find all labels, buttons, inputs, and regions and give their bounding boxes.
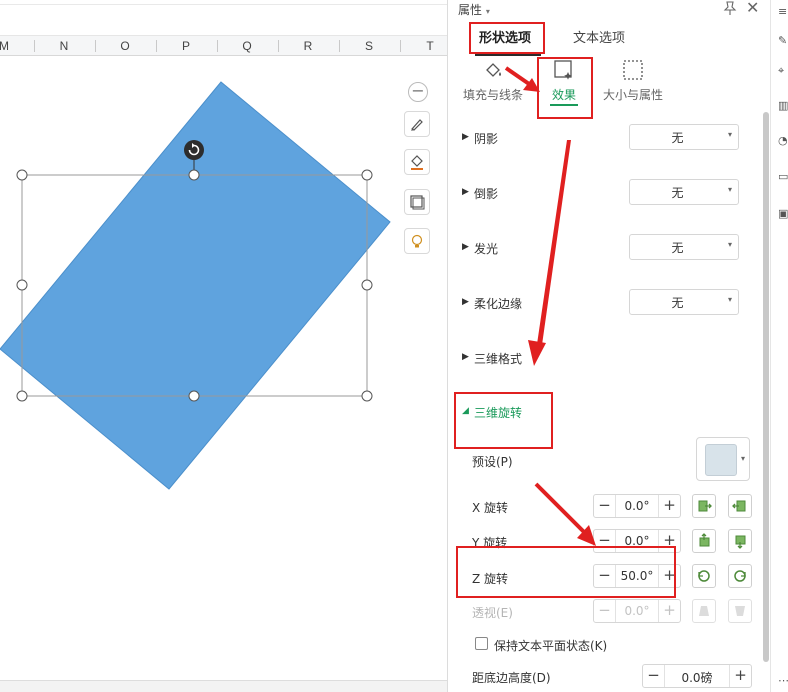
sidebar-more-icon[interactable]: ⋯ bbox=[778, 674, 788, 687]
sidebar-document-icon[interactable]: ▭ bbox=[778, 170, 788, 183]
rotate-handle-icon[interactable] bbox=[184, 140, 204, 160]
lightbulb-icon[interactable] bbox=[404, 228, 430, 254]
sidebar-menu-icon[interactable]: ≡ bbox=[778, 5, 787, 18]
resize-handle-bottom-left[interactable] bbox=[16, 390, 28, 402]
sidebar-chart-icon[interactable]: ▥ bbox=[778, 99, 788, 112]
annotation-arrows bbox=[504, 66, 596, 546]
column-header-bar: M N O P Q R S T bbox=[0, 36, 447, 56]
resize-handle-top-left[interactable] bbox=[16, 169, 28, 181]
spreadsheet-area[interactable]: M N O P Q R S T − bbox=[0, 0, 447, 692]
column-header-p[interactable]: P bbox=[174, 36, 198, 56]
resize-handle-bottom-right[interactable] bbox=[361, 390, 373, 402]
shape-outline-icon[interactable] bbox=[404, 189, 430, 215]
fill-bucket-icon[interactable] bbox=[404, 149, 430, 175]
right-sidebar-toolbar: ≡ ✎ ⌖ ▥ ◔ ▭ ▣ ⋯ bbox=[770, 0, 788, 692]
column-header-t[interactable]: T bbox=[418, 36, 442, 56]
formula-bar-strip bbox=[0, 0, 447, 36]
sidebar-history-icon[interactable]: ◔ bbox=[778, 134, 788, 147]
column-header-r[interactable]: R bbox=[296, 36, 320, 56]
column-header-o[interactable]: O bbox=[113, 36, 137, 56]
column-header-m[interactable]: M bbox=[0, 36, 14, 56]
arrow-to-effects bbox=[504, 66, 540, 92]
arrow-to-3d-rotation bbox=[528, 140, 571, 366]
arrow-to-z-rotation bbox=[534, 482, 596, 546]
resize-handle-top-right[interactable] bbox=[361, 169, 373, 181]
brush-style-icon[interactable] bbox=[404, 111, 430, 137]
resize-handle-left[interactable] bbox=[16, 279, 28, 291]
sidebar-image-icon[interactable]: ▣ bbox=[778, 207, 788, 220]
resize-handle-bottom[interactable] bbox=[188, 390, 200, 402]
drawing-canvas bbox=[0, 81, 391, 490]
collapse-toolbar-icon[interactable]: − bbox=[408, 82, 428, 102]
column-header-s[interactable]: S bbox=[357, 36, 381, 56]
resize-handle-top[interactable] bbox=[188, 169, 200, 181]
column-header-q[interactable]: Q bbox=[235, 36, 259, 56]
property-panel: 属性 ▾ ✕ 形状选项 文本选项 填充与线条 效果 大小与属性 ▶ 阴影 无 ▾… bbox=[447, 0, 770, 692]
sheet-tab-bar bbox=[0, 680, 447, 692]
sidebar-edit-icon[interactable]: ✎ bbox=[778, 34, 787, 47]
column-header-n[interactable]: N bbox=[52, 36, 76, 56]
resize-handle-right[interactable] bbox=[361, 279, 373, 291]
sidebar-select-icon[interactable]: ⌖ bbox=[778, 64, 784, 78]
